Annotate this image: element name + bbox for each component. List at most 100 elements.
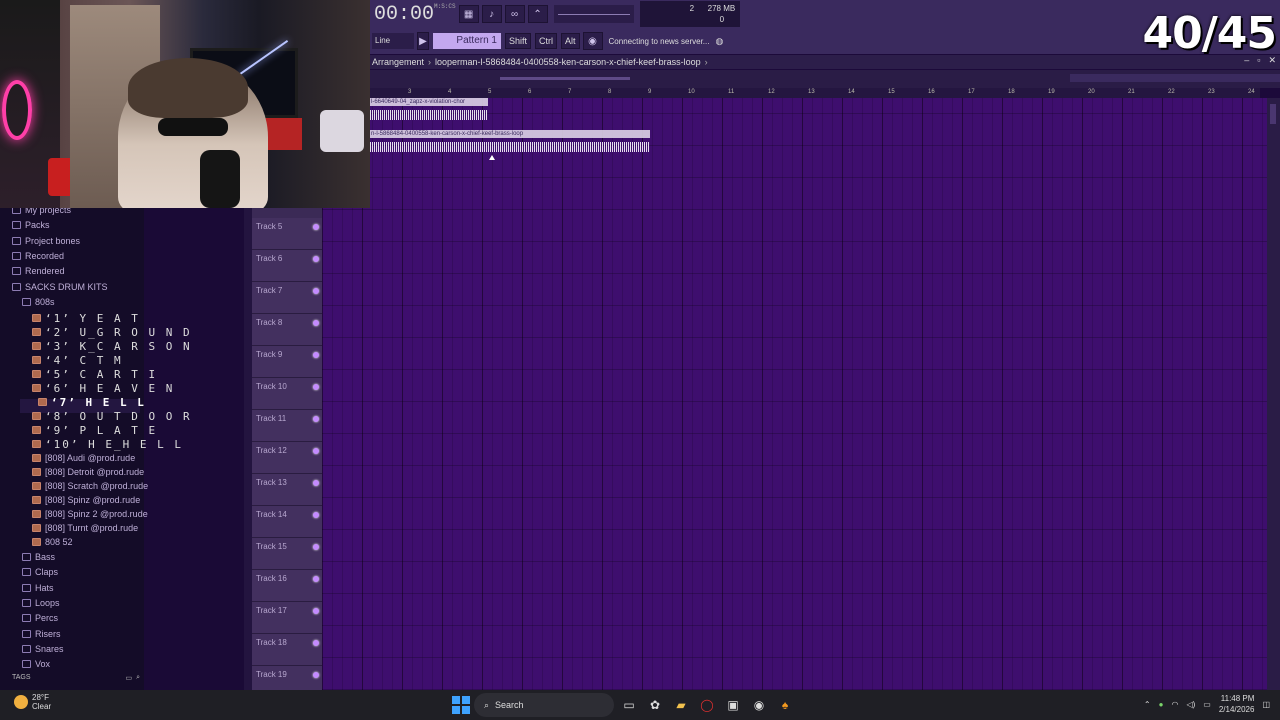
browser-sample-file[interactable]: 808 52 [32,535,73,549]
browser-folder[interactable]: Rendered [12,264,65,278]
track-header[interactable]: Track 10 [252,378,322,410]
browser-folder[interactable]: Hats [22,581,54,595]
browser-sample-file[interactable]: [808] Spinz 2 @prod.rude [32,507,148,521]
browser-folder[interactable]: Claps [22,565,58,579]
track-header[interactable]: Track 14 [252,506,322,538]
track-mute-icon[interactable] [313,672,319,678]
track-header[interactable]: Track 17 [252,602,322,634]
store-icon[interactable]: ▣ [722,694,744,716]
metronome-icon[interactable]: ⌃ [527,5,548,23]
shift-key-button[interactable]: Shift [505,33,532,49]
song-time[interactable]: 00:00M:S:CS [374,3,456,26]
obs-icon[interactable]: ◉ [748,694,770,716]
wifi-icon[interactable]: ◠ [1171,700,1178,709]
wait-input-icon[interactable]: ∞ [504,5,525,23]
browser-sample-file[interactable]: [808] Audi @prod.rude [32,451,135,465]
browser-folder[interactable]: Project bones [12,234,80,248]
track-header[interactable]: Track 11 [252,410,322,442]
track-mute-icon[interactable] [313,608,319,614]
browser-kit-folder[interactable]: ‘3’ K_C A R S O N [32,339,192,353]
file-explorer-icon[interactable]: ▰ [670,694,692,716]
taskbar-search[interactable]: ⌕ Search [474,693,614,717]
track-header[interactable]: Track 12 [252,442,322,474]
browser-sample-file[interactable]: [808] Spinz @prod.rude [32,493,140,507]
track-mute-icon[interactable] [313,224,319,230]
browser-folder[interactable]: Percs [22,611,58,625]
browser-kit-folder[interactable]: ‘6’ H E A V E N [32,381,174,395]
browser-sample-file[interactable]: [808] Scratch @prod.rude [32,479,148,493]
browser-folder[interactable]: Loops [22,596,60,610]
track-mute-icon[interactable] [313,288,319,294]
track-mute-icon[interactable] [313,256,319,262]
browser-folder[interactable]: Snares [22,642,64,656]
track-mute-icon[interactable] [313,576,319,582]
track-header[interactable]: Track 16 [252,570,322,602]
alt-key-button[interactable]: Alt [561,33,580,49]
chevron-up-icon[interactable]: ⌃ [1144,700,1151,709]
browser-kit-folder[interactable]: ‘5’ C A R T I [32,367,157,381]
microphone-icon[interactable]: ● [1159,700,1164,709]
track-mute-icon[interactable] [313,416,319,422]
taskbar-clock[interactable]: 11:48 PM 2/14/2026 [1219,693,1255,715]
volume-icon[interactable]: ◁) [1186,700,1195,709]
track-mute-icon[interactable] [313,384,319,390]
track-header[interactable]: Track 13 [252,474,322,506]
audio-clip[interactable]: l-6640649-04_zapz-x-violation-chor [370,98,488,124]
folder-icon[interactable]: ▭ [125,674,132,682]
copilot-icon[interactable]: ✿ [644,694,666,716]
play-arrow-icon[interactable]: ▶ [417,32,429,50]
audio-clip[interactable]: n-l-5868484-0400558-ken-carson-x-chief-k… [370,130,650,158]
browser-kit-folder[interactable]: ‘7’ H E L L [38,395,146,409]
battery-icon[interactable]: ▭ [1203,700,1211,709]
vertical-scrollbar[interactable] [1267,98,1280,690]
fl-studio-icon[interactable]: ♠ [774,694,796,716]
browser-kit-folder[interactable]: ‘9’ P L A T E [32,423,157,437]
windows-start-icon[interactable] [452,696,470,714]
browser-folder[interactable]: Bass [22,550,55,564]
news-icon[interactable]: ◉ [582,32,603,50]
master-pitch-slider[interactable] [553,5,634,23]
track-mute-icon[interactable] [313,320,319,326]
browser-folder[interactable]: 808s [22,295,55,309]
track-header[interactable]: Track 5 [252,218,322,250]
track-mute-icon[interactable] [313,640,319,646]
arrangement-title[interactable]: Arrangement [372,57,424,67]
browser-kit-folder[interactable]: ‘8’ O U T D O O R [32,409,192,423]
browser-sample-file[interactable]: [808] Detroit @prod.rude [32,465,144,479]
track-mute-icon[interactable] [313,352,319,358]
playhead-marker-icon[interactable] [489,155,495,160]
browser-folder[interactable]: Packs [12,218,50,232]
track-header[interactable]: Track 9 [252,346,322,378]
track-mute-icon[interactable] [313,480,319,486]
timeline-ruler[interactable]: 3 4 5 6 7 8 9 10 11 12 13 14 15 16 17 18 19 20 21 22 23 24 [370,88,1260,98]
track-mute-icon[interactable] [313,544,319,550]
browser-kit-folder[interactable]: ‘4’ C T M [32,353,123,367]
browser-kit-folder[interactable]: ‘10’ H E_H E L L [32,437,183,451]
browser-folder[interactable]: SACKS DRUM KITS [12,280,108,294]
pattern-selector[interactable]: Pattern 1 [433,33,501,49]
piano-icon[interactable]: ▦ [458,5,479,23]
task-view-icon[interactable]: ▭ [618,694,640,716]
globe-icon[interactable]: ◍ [715,36,723,47]
typing-keyboard-icon[interactable]: ♪ [481,5,502,23]
track-mute-icon[interactable] [313,512,319,518]
browser-kit-folder[interactable]: ‘1’ Y E A T [32,311,140,325]
search-icon[interactable]: ⌕ [136,674,140,682]
browser-kit-folder[interactable]: ‘2’ U_G R O U N D [32,325,192,339]
notification-icon[interactable]: ◫ [1262,700,1270,709]
snap-select[interactable]: Line [372,33,414,49]
ctrl-key-button[interactable]: Ctrl [535,33,558,49]
track-header[interactable]: Track 15 [252,538,322,570]
browser-folder[interactable]: Recorded [12,249,64,263]
weather-widget[interactable]: 28°F Clear [14,693,51,711]
browser-sample-file[interactable]: [808] Turnt @prod.rude [32,521,138,535]
track-header[interactable]: Track 8 [252,314,322,346]
arrangement-file[interactable]: looperman-l-5868484-0400558-ken-carson-x… [435,57,701,67]
horizontal-scrollbar[interactable] [370,70,1280,88]
track-header[interactable]: Track 18 [252,634,322,666]
track-mute-icon[interactable] [313,448,319,454]
playlist-grid[interactable] [322,98,1267,690]
browser-folder[interactable]: Risers [22,627,61,641]
opera-icon[interactable]: ◯ [696,694,718,716]
track-header[interactable]: Track 7 [252,282,322,314]
